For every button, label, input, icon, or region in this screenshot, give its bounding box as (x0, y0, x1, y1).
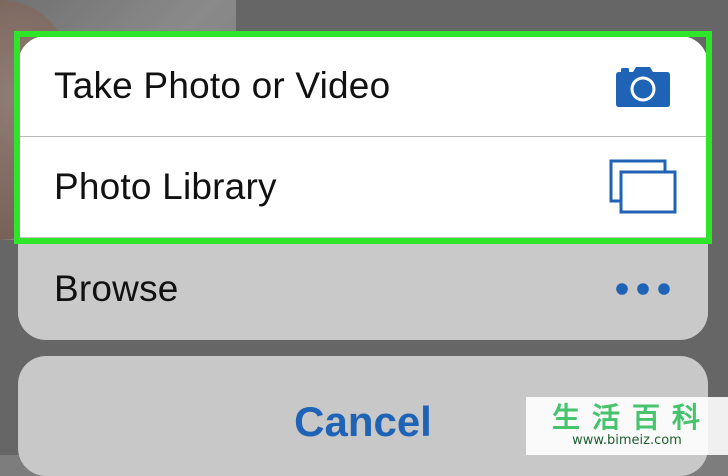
cancel-label: Cancel (294, 398, 432, 445)
camera-icon (608, 56, 678, 116)
watermark: 生活百科 www.bimeiz.com (526, 397, 728, 455)
photo-library-label: Photo Library (54, 166, 277, 207)
take-photo-or-video-option[interactable]: Take Photo or Video (18, 36, 708, 136)
browse-label: Browse (54, 268, 179, 309)
action-sheet: Take Photo or Video Photo Library Browse (18, 36, 708, 340)
take-photo-or-video-label: Take Photo or Video (54, 65, 391, 106)
more-dots-icon (608, 259, 678, 319)
browse-option[interactable]: Browse (18, 239, 708, 339)
photo-library-icon (608, 157, 678, 217)
watermark-url: www.bimeiz.com (572, 433, 682, 448)
photo-library-option[interactable]: Photo Library (18, 137, 708, 237)
watermark-title: 生活百科 (551, 401, 712, 434)
